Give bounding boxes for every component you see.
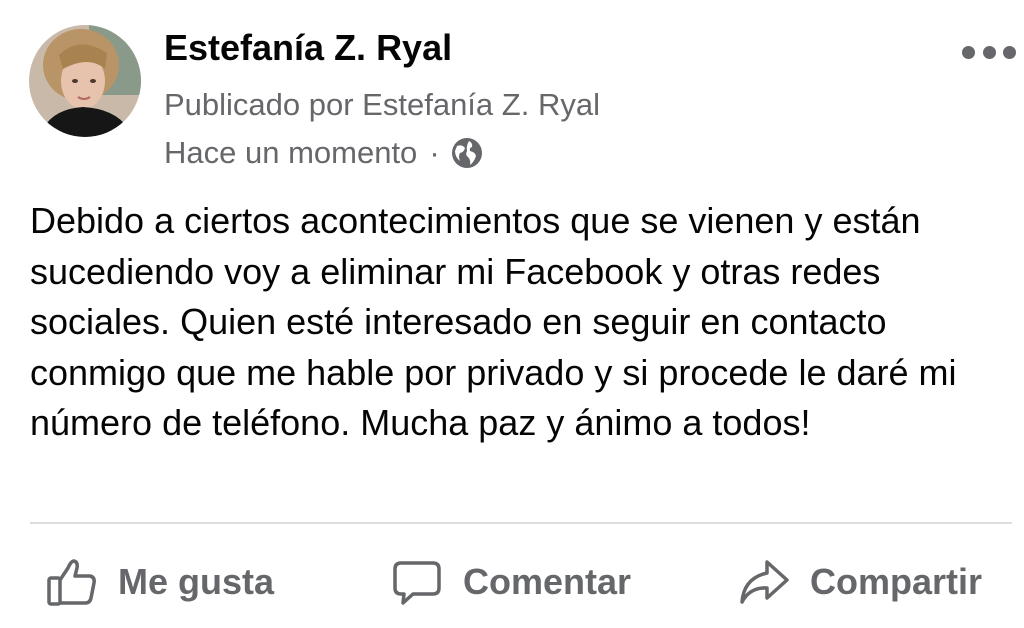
avatar-photo [29, 25, 141, 137]
more-dot [962, 45, 975, 59]
post-body-text: Debido a ciertos acontecimientos que se … [30, 200, 957, 443]
share-label: Compartir [810, 561, 983, 602]
share-button[interactable]: Compartir [738, 552, 982, 612]
globe-icon[interactable] [450, 136, 484, 170]
published-by-text: Publicado por Estefanía Z. Ryal [164, 87, 600, 122]
share-arrow-icon [740, 560, 789, 604]
more-dot [1003, 45, 1016, 59]
post-meta: Hace un momento · [164, 134, 484, 172]
comment-label: Comentar [463, 561, 632, 602]
like-button[interactable]: Me gusta [46, 552, 274, 612]
comment-bubble-icon [393, 561, 441, 605]
author-name[interactable]: Estefanía Z. Ryal [164, 26, 452, 70]
facebook-post: Estefanía Z. Ryal Publicado por Estefaní… [0, 0, 1024, 628]
like-label: Me gusta [118, 561, 275, 602]
avatar[interactable] [29, 25, 141, 137]
more-dot [982, 45, 996, 59]
thumbs-up-icon [47, 559, 96, 606]
divider [30, 522, 1012, 524]
comment-button[interactable]: Comentar [391, 552, 631, 612]
separator-dot: · [429, 135, 440, 170]
timestamp[interactable]: Hace un momento [164, 134, 417, 172]
more-options-icon[interactable] [962, 38, 1016, 66]
